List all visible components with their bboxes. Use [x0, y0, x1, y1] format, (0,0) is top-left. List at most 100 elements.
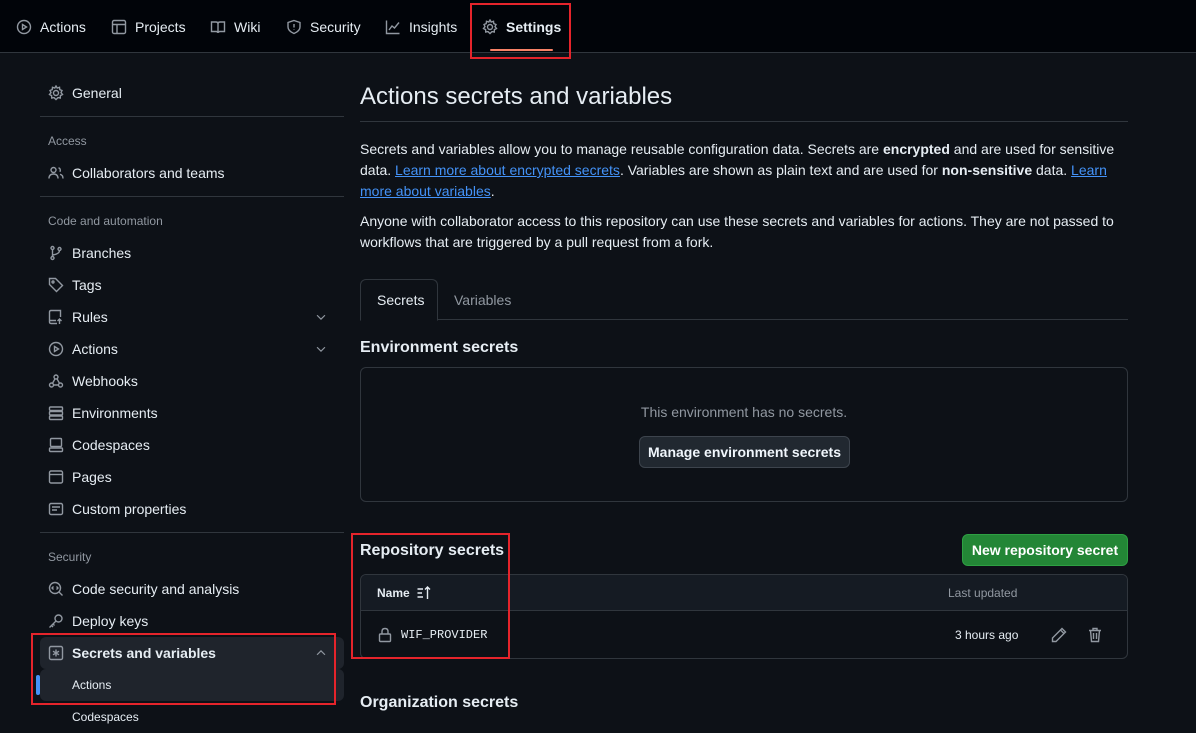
sidebar-item-actions[interactable]: Actions — [40, 333, 344, 365]
note-icon — [48, 502, 64, 516]
pencil-icon — [1051, 627, 1067, 643]
settings-sidebar: General Access Collaborators and teams C… — [32, 53, 344, 724]
key-icon — [49, 614, 63, 628]
sidebar-item-collaborators[interactable]: Collaborators and teams — [40, 157, 344, 189]
sidebar-item-label: Rules — [72, 309, 108, 325]
chevron-down-icon — [316, 314, 326, 321]
intro-emphasis: encrypted — [882, 141, 950, 157]
codespaces-icon — [48, 437, 64, 453]
play-icon — [48, 341, 64, 357]
tab-wiki[interactable]: Wiki — [210, 0, 260, 53]
organization-secrets-title: Organization secrets — [360, 694, 519, 711]
sidebar-item-label: Tags — [72, 277, 102, 293]
sidebar-item-label: General — [72, 85, 122, 101]
sidebar-item-label: Code security and analysis — [72, 581, 240, 597]
codescan-icon — [48, 581, 63, 596]
sidebar-item-label: Branches — [72, 245, 132, 261]
access-note: Anyone with collaborator access to this … — [360, 213, 1114, 250]
table-header: Name Last updated — [361, 575, 1127, 611]
tab-label: Security — [310, 18, 361, 35]
play-icon — [16, 19, 32, 34]
environment-secrets-title: Environment secrets — [360, 339, 519, 356]
sidebar-divider — [40, 116, 344, 117]
secret-updated: 3 hours ago — [955, 628, 1019, 642]
sidebar-subitem-codespaces[interactable]: Codespaces — [40, 701, 344, 733]
sidebar-heading-access: Access — [48, 134, 87, 148]
tab-security[interactable]: Security — [286, 0, 361, 53]
sidebar-item-pages[interactable]: Pages — [40, 461, 344, 493]
delete-secret-button[interactable] — [1087, 617, 1103, 653]
tab-settings[interactable]: Settings — [482, 0, 561, 53]
sidebar-item-code-security[interactable]: Code security and analysis — [40, 573, 344, 605]
new-repository-secret-button[interactable]: New repository secret — [962, 534, 1128, 566]
tab-label: Insights — [409, 18, 458, 35]
repository-secrets-table: Name Last updated WIF_PROVIDER 3 hours a… — [360, 574, 1128, 659]
sidebar-item-label: Codespaces — [72, 437, 150, 453]
column-name-header[interactable]: Name — [377, 575, 432, 611]
secrets-variables-tabs: Secrets Variables — [360, 279, 1128, 321]
tag-icon — [48, 277, 64, 293]
sidebar-item-branches[interactable]: Branches — [40, 237, 344, 269]
manage-environment-secrets-button[interactable]: Manage environment secrets — [639, 436, 850, 468]
page-title: Actions secrets and variables — [360, 83, 673, 110]
sidebar-item-label: Pages — [72, 469, 112, 485]
webhook-icon — [48, 374, 64, 388]
tab-projects[interactable]: Projects — [111, 0, 186, 53]
column-name-label: Name — [377, 586, 410, 600]
sidebar-item-label: Custom properties — [72, 501, 187, 517]
sidebar-item-label: Actions — [72, 341, 118, 357]
intro-text-part: data. — [1032, 162, 1072, 178]
sidebar-item-webhooks[interactable]: Webhooks — [40, 365, 344, 397]
trash-icon — [1089, 627, 1101, 643]
tab-label: Actions — [40, 18, 86, 35]
empty-state-text: This environment has no secrets. — [640, 404, 848, 420]
lock-icon — [378, 627, 392, 643]
tab-actions[interactable]: Actions — [16, 0, 86, 53]
branch-icon — [50, 245, 62, 261]
sidebar-divider — [40, 532, 344, 533]
sidebar-item-label: Secrets and variables — [72, 645, 216, 661]
sidebar-heading-code: Code and automation — [48, 214, 163, 228]
sidebar-item-label: Webhooks — [72, 373, 138, 389]
intro-text: Secrets and variables allow you to manag… — [360, 139, 1128, 202]
table-row: WIF_PROVIDER 3 hours ago — [361, 611, 1127, 658]
sidebar-item-custom-properties[interactable]: Custom properties — [40, 493, 344, 525]
graph-icon — [385, 20, 400, 34]
repository-secrets-title: Repository secrets — [360, 542, 505, 559]
gear-icon — [48, 85, 64, 101]
learn-secrets-link[interactable]: Learn more about encrypted secrets — [395, 162, 620, 178]
shield-icon — [287, 19, 301, 34]
browser-icon — [48, 470, 64, 484]
sidebar-item-general[interactable]: General — [40, 77, 344, 109]
tab-secrets[interactable]: Secrets — [360, 279, 438, 321]
sidebar-item-rules[interactable]: Rules — [40, 301, 344, 333]
tab-insights[interactable]: Insights — [385, 0, 457, 53]
sidebar-subitem-actions[interactable]: Actions — [36, 669, 344, 701]
gear-icon — [482, 18, 498, 34]
sidebar-item-tags[interactable]: Tags — [40, 269, 344, 301]
intro-emphasis: non-sensitive — [941, 162, 1033, 178]
active-tab-underline — [490, 49, 554, 51]
sidebar-item-label: Collaborators and teams — [72, 165, 225, 181]
asterisk-icon — [48, 645, 64, 661]
table-icon — [111, 19, 127, 34]
book-icon — [210, 20, 226, 33]
sidebar-subitem-label: Actions — [72, 678, 112, 692]
sidebar-item-secrets-variables[interactable]: Secrets and variables — [40, 637, 344, 669]
repo-push-icon — [48, 309, 62, 325]
tab-variables[interactable]: Variables — [438, 279, 527, 320]
sidebar-item-codespaces[interactable]: Codespaces — [40, 429, 344, 461]
intro-text-part: . Variables are shown as plain text and … — [619, 162, 942, 178]
intro-text-part: Secrets and variables allow you to manag… — [360, 141, 883, 157]
edit-secret-button[interactable] — [1051, 617, 1067, 653]
chevron-up-icon — [316, 649, 326, 656]
secret-name: WIF_PROVIDER — [401, 628, 488, 642]
sidebar-item-environments[interactable]: Environments — [40, 397, 344, 429]
tab-label: Settings — [506, 18, 562, 35]
sidebar-item-label: Environments — [72, 405, 158, 421]
tab-label: Projects — [135, 18, 186, 35]
sidebar-item-deploy-keys[interactable]: Deploy keys — [40, 605, 344, 637]
sidebar-heading-security: Security — [48, 550, 92, 564]
sidebar-subitem-label: Codespaces — [72, 710, 139, 724]
tab-label: Wiki — [234, 18, 261, 35]
